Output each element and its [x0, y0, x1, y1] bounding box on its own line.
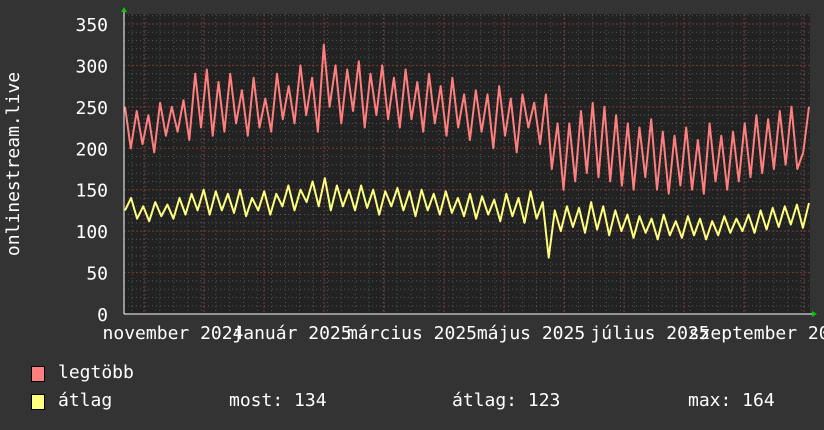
stat-max: max: 164 [688, 390, 775, 411]
y-tick-label: 350 [75, 15, 108, 36]
y-tick-label: 100 [75, 222, 108, 243]
y-tick-label: 150 [75, 181, 108, 202]
y-axis-arrow-icon [121, 7, 127, 12]
x-tick-label: március 2025 [347, 323, 477, 344]
y-tick-label: 50 [86, 264, 108, 285]
x-tick-label: január 2025 [232, 323, 351, 344]
x-tick-label: szeptember 2025 [689, 323, 824, 344]
y-tick-label: 300 [75, 56, 108, 77]
legend-swatch-atlag [31, 394, 45, 410]
y-tick-label: 200 [75, 139, 108, 160]
x-axis-arrow-icon [812, 311, 817, 317]
x-tick-label: november 2024 [103, 323, 244, 344]
stat-current: most: 134 [229, 390, 327, 411]
legend-label-atlag: átlag [58, 390, 113, 411]
y-axis-label: onlinestream.live [3, 72, 24, 256]
y-tick-label: 250 [75, 98, 108, 119]
legend-swatch-legtobb [31, 366, 45, 382]
legend-label-legtobb: legtöbb [58, 362, 134, 383]
stat-average: átlag: 123 [452, 390, 561, 411]
x-tick-label: május 2025 [477, 323, 585, 344]
